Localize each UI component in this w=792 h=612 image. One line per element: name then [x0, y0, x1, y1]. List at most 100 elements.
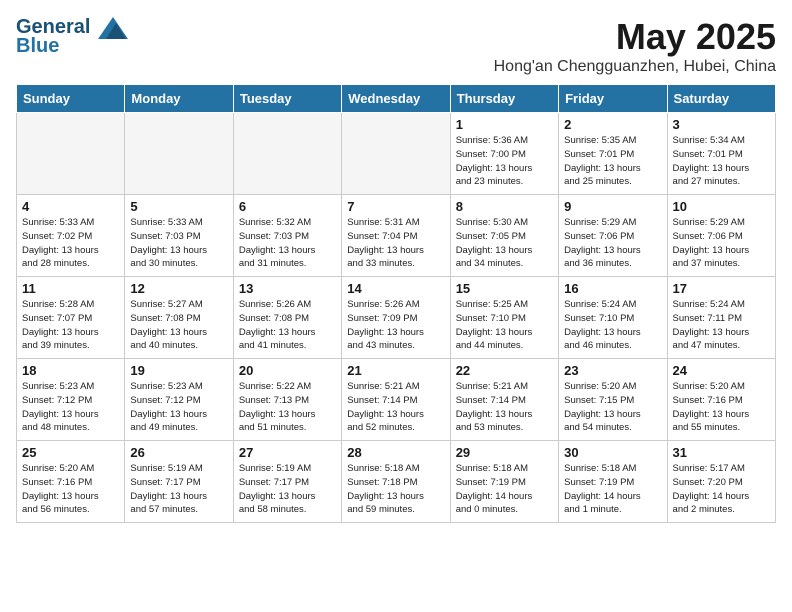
day-info: Sunrise: 5:18 AM Sunset: 7:19 PM Dayligh… [564, 462, 661, 517]
logo-icon [98, 17, 128, 39]
day-number: 27 [239, 445, 336, 460]
calendar-cell: 27 Sunrise: 5:19 AM Sunset: 7:17 PM Dayli… [233, 441, 341, 523]
weekday-header-thursday: Thursday [450, 85, 558, 113]
calendar-cell: 3 Sunrise: 5:34 AM Sunset: 7:01 PM Daylig… [667, 113, 775, 195]
day-number: 13 [239, 281, 336, 296]
day-info: Sunrise: 5:26 AM Sunset: 7:09 PM Dayligh… [347, 298, 444, 353]
calendar-week-row: 11 Sunrise: 5:28 AM Sunset: 7:07 PM Dayli… [17, 277, 776, 359]
day-info: Sunrise: 5:21 AM Sunset: 7:14 PM Dayligh… [456, 380, 553, 435]
day-number: 23 [564, 363, 661, 378]
calendar-cell: 31 Sunrise: 5:17 AM Sunset: 7:20 PM Dayli… [667, 441, 775, 523]
day-info: Sunrise: 5:17 AM Sunset: 7:20 PM Dayligh… [673, 462, 770, 517]
day-number: 25 [22, 445, 119, 460]
day-info: Sunrise: 5:28 AM Sunset: 7:07 PM Dayligh… [22, 298, 119, 353]
calendar-cell: 29 Sunrise: 5:18 AM Sunset: 7:19 PM Dayli… [450, 441, 558, 523]
day-number: 19 [130, 363, 227, 378]
day-number: 18 [22, 363, 119, 378]
day-number: 16 [564, 281, 661, 296]
day-info: Sunrise: 5:31 AM Sunset: 7:04 PM Dayligh… [347, 216, 444, 271]
calendar-cell: 30 Sunrise: 5:18 AM Sunset: 7:19 PM Dayli… [559, 441, 667, 523]
calendar-week-row: 1Sunrise: 5:36 AM Sunset: 7:00 PM Daylig… [17, 113, 776, 195]
calendar-cell: 19 Sunrise: 5:23 AM Sunset: 7:12 PM Dayli… [125, 359, 233, 441]
day-info: Sunrise: 5:32 AM Sunset: 7:03 PM Dayligh… [239, 216, 336, 271]
weekday-header-tuesday: Tuesday [233, 85, 341, 113]
weekday-header-friday: Friday [559, 85, 667, 113]
day-number: 29 [456, 445, 553, 460]
location-title: Hong'an Chengguanzhen, Hubei, China [494, 58, 776, 76]
calendar-cell: 23 Sunrise: 5:20 AM Sunset: 7:15 PM Dayli… [559, 359, 667, 441]
day-info: Sunrise: 5:33 AM Sunset: 7:03 PM Dayligh… [130, 216, 227, 271]
calendar-cell: 11 Sunrise: 5:28 AM Sunset: 7:07 PM Dayli… [17, 277, 125, 359]
day-info: Sunrise: 5:21 AM Sunset: 7:14 PM Dayligh… [347, 380, 444, 435]
day-number: 26 [130, 445, 227, 460]
calendar-header-row: SundayMondayTuesdayWednesdayThursdayFrid… [17, 85, 776, 113]
day-number: 3 [673, 117, 770, 132]
day-number: 24 [673, 363, 770, 378]
calendar-cell: 20 Sunrise: 5:22 AM Sunset: 7:13 PM Dayli… [233, 359, 341, 441]
calendar-cell: 21Sunrise: 5:21 AM Sunset: 7:14 PM Dayli… [342, 359, 450, 441]
calendar-cell: 25 Sunrise: 5:20 AM Sunset: 7:16 PM Dayli… [17, 441, 125, 523]
day-number: 11 [22, 281, 119, 296]
day-info: Sunrise: 5:24 AM Sunset: 7:11 PM Dayligh… [673, 298, 770, 353]
day-info: Sunrise: 5:22 AM Sunset: 7:13 PM Dayligh… [239, 380, 336, 435]
weekday-header-wednesday: Wednesday [342, 85, 450, 113]
day-info: Sunrise: 5:19 AM Sunset: 7:17 PM Dayligh… [130, 462, 227, 517]
day-info: Sunrise: 5:23 AM Sunset: 7:12 PM Dayligh… [130, 380, 227, 435]
day-number: 9 [564, 199, 661, 214]
day-info: Sunrise: 5:34 AM Sunset: 7:01 PM Dayligh… [673, 134, 770, 189]
day-info: Sunrise: 5:36 AM Sunset: 7:00 PM Dayligh… [456, 134, 553, 189]
calendar-cell [17, 113, 125, 195]
day-number: 2 [564, 117, 661, 132]
day-info: Sunrise: 5:20 AM Sunset: 7:16 PM Dayligh… [673, 380, 770, 435]
day-number: 6 [239, 199, 336, 214]
calendar-cell [342, 113, 450, 195]
calendar-cell: 15 Sunrise: 5:25 AM Sunset: 7:10 PM Dayli… [450, 277, 558, 359]
weekday-header-monday: Monday [125, 85, 233, 113]
weekday-header-saturday: Saturday [667, 85, 775, 113]
day-info: Sunrise: 5:18 AM Sunset: 7:19 PM Dayligh… [456, 462, 553, 517]
day-info: Sunrise: 5:30 AM Sunset: 7:05 PM Dayligh… [456, 216, 553, 271]
day-number: 4 [22, 199, 119, 214]
day-number: 28 [347, 445, 444, 460]
day-number: 10 [673, 199, 770, 214]
calendar-cell: 10 Sunrise: 5:29 AM Sunset: 7:06 PM Dayli… [667, 195, 775, 277]
calendar-cell: 18Sunrise: 5:23 AM Sunset: 7:12 PM Dayli… [17, 359, 125, 441]
day-info: Sunrise: 5:27 AM Sunset: 7:08 PM Dayligh… [130, 298, 227, 353]
calendar-cell: 1Sunrise: 5:36 AM Sunset: 7:00 PM Daylig… [450, 113, 558, 195]
day-number: 15 [456, 281, 553, 296]
day-info: Sunrise: 5:33 AM Sunset: 7:02 PM Dayligh… [22, 216, 119, 271]
calendar-cell: 14 Sunrise: 5:26 AM Sunset: 7:09 PM Dayli… [342, 277, 450, 359]
calendar-cell: 4 Sunrise: 5:33 AM Sunset: 7:02 PM Daylig… [17, 195, 125, 277]
calendar-cell [233, 113, 341, 195]
calendar-week-row: 18 Sunrise: 5:23 AM Sunset: 7:12 PM Dayli… [17, 359, 776, 441]
calendar-cell: 7 Sunrise: 5:31 AM Sunset: 7:04 PM Daylig… [342, 195, 450, 277]
header: General Blue May 2025 Hong'an Chengguanz… [16, 16, 776, 76]
weekday-header-sunday: Sunday [17, 85, 125, 113]
day-info: Sunrise: 5:20 AM Sunset: 7:16 PM Dayligh… [22, 462, 119, 517]
day-number: 20 [239, 363, 336, 378]
calendar-cell: 16 Sunrise: 5:24 AM Sunset: 7:10 PM Dayli… [559, 277, 667, 359]
day-number: 8 [456, 199, 553, 214]
day-number: 17 [673, 281, 770, 296]
calendar-cell: 9Sunrise: 5:29 AM Sunset: 7:06 PM Daylig… [559, 195, 667, 277]
day-info: Sunrise: 5:29 AM Sunset: 7:06 PM Dayligh… [673, 216, 770, 271]
day-number: 31 [673, 445, 770, 460]
calendar-cell: 8 Sunrise: 5:30 AM Sunset: 7:05 PM Daylig… [450, 195, 558, 277]
day-info: Sunrise: 5:35 AM Sunset: 7:01 PM Dayligh… [564, 134, 661, 189]
day-info: Sunrise: 5:24 AM Sunset: 7:10 PM Dayligh… [564, 298, 661, 353]
day-number: 30 [564, 445, 661, 460]
calendar-week-row: 4 Sunrise: 5:33 AM Sunset: 7:02 PM Daylig… [17, 195, 776, 277]
calendar-cell: 24 Sunrise: 5:20 AM Sunset: 7:16 PM Dayli… [667, 359, 775, 441]
calendar-cell: 2 Sunrise: 5:35 AM Sunset: 7:01 PM Daylig… [559, 113, 667, 195]
day-number: 22 [456, 363, 553, 378]
day-info: Sunrise: 5:20 AM Sunset: 7:15 PM Dayligh… [564, 380, 661, 435]
day-info: Sunrise: 5:26 AM Sunset: 7:08 PM Dayligh… [239, 298, 336, 353]
day-number: 14 [347, 281, 444, 296]
calendar-cell: 26 Sunrise: 5:19 AM Sunset: 7:17 PM Dayli… [125, 441, 233, 523]
calendar-cell: 12Sunrise: 5:27 AM Sunset: 7:08 PM Dayli… [125, 277, 233, 359]
day-number: 7 [347, 199, 444, 214]
day-info: Sunrise: 5:25 AM Sunset: 7:10 PM Dayligh… [456, 298, 553, 353]
calendar-cell: 22 Sunrise: 5:21 AM Sunset: 7:14 PM Dayli… [450, 359, 558, 441]
day-info: Sunrise: 5:19 AM Sunset: 7:17 PM Dayligh… [239, 462, 336, 517]
day-info: Sunrise: 5:18 AM Sunset: 7:18 PM Dayligh… [347, 462, 444, 517]
